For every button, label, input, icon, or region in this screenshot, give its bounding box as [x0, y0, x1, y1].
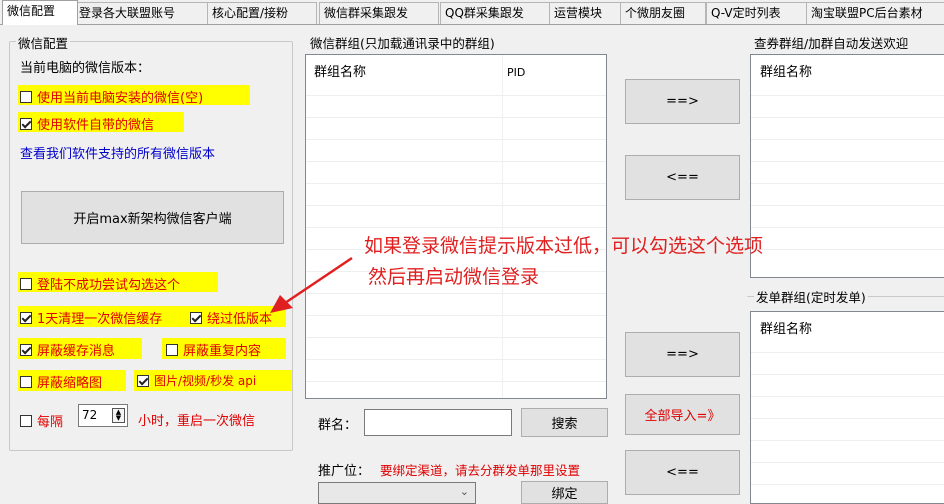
annotation-arrow-icon: [270, 256, 353, 313]
tab-wechat-config[interactable]: 微信配置: [2, 0, 78, 25]
